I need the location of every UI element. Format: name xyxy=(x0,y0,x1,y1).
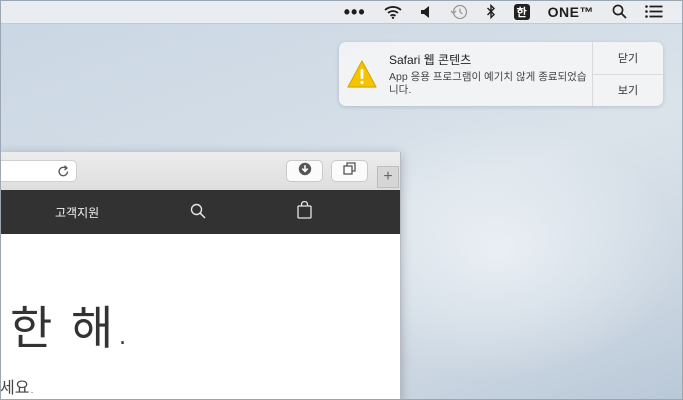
address-bar[interactable] xyxy=(0,160,77,182)
reload-icon[interactable] xyxy=(57,165,70,183)
page-subheadline: 세요. xyxy=(0,378,35,397)
shopping-bag-icon[interactable] xyxy=(297,200,312,224)
user-account-menu[interactable]: ONE™ xyxy=(548,4,594,20)
tabs-icon xyxy=(343,162,356,180)
tab-overview-button[interactable] xyxy=(331,160,368,182)
bluetooth-icon[interactable] xyxy=(486,4,496,19)
safari-window: 고객지원 한 해. 세요. xyxy=(0,152,401,400)
page-headline: 한 해. xyxy=(10,301,132,355)
nav-support-link[interactable]: 고객지원 xyxy=(55,204,99,221)
volume-icon[interactable] xyxy=(420,5,432,19)
desktop-background xyxy=(380,120,680,380)
close-button[interactable]: 닫기 xyxy=(593,42,663,74)
notification-title: Safari 웹 콘텐츠 xyxy=(389,53,472,67)
notification-content[interactable]: Safari 웹 콘텐츠 App 응용 프로그램이 예기치 않게 종료되었습니다… xyxy=(385,42,592,106)
notification-actions: 닫기 보기 xyxy=(592,42,663,106)
wifi-icon[interactable] xyxy=(384,5,402,19)
crash-notification: Safari 웹 콘텐츠 App 응용 프로그램이 예기치 않게 종료되었습니다… xyxy=(339,42,663,106)
downloads-button[interactable] xyxy=(286,160,323,182)
search-icon[interactable] xyxy=(190,203,206,224)
input-source-indicator[interactable]: 한 xyxy=(513,3,530,20)
site-navigation: 고객지원 xyxy=(0,190,400,234)
new-tab-button[interactable]: + xyxy=(377,166,399,188)
safari-toolbar xyxy=(0,152,400,191)
show-button[interactable]: 보기 xyxy=(593,73,663,107)
warning-icon xyxy=(339,42,385,106)
plus-icon: + xyxy=(383,168,393,185)
notification-body: App 응용 프로그램이 예기치 않게 종료되었습니다. xyxy=(389,71,587,96)
menu-extras-overflow[interactable]: ••• xyxy=(344,3,366,21)
notification-center-icon[interactable] xyxy=(645,5,663,18)
spotlight-icon[interactable] xyxy=(612,4,627,19)
menu-bar: ••• 한 ONE™ xyxy=(0,0,683,24)
time-machine-icon[interactable] xyxy=(450,4,468,20)
download-icon xyxy=(298,162,312,181)
